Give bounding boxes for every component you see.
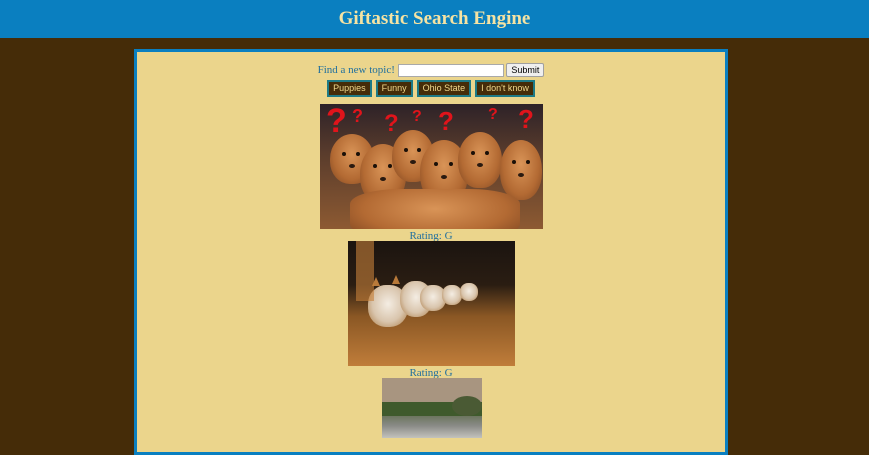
corgi bbox=[442, 285, 462, 305]
puppy bbox=[458, 132, 502, 188]
search-label: Find a new topic! bbox=[317, 64, 395, 76]
topic-button-ohio-state[interactable]: Ohio State bbox=[416, 80, 472, 97]
search-input[interactable] bbox=[397, 63, 504, 77]
question-mark-icon: ? bbox=[412, 108, 422, 125]
bush bbox=[452, 396, 482, 416]
gif-image[interactable]: ? ? ? ? ? ? ? bbox=[320, 104, 543, 229]
page-header: Giftastic Search Engine bbox=[0, 0, 869, 38]
question-mark-icon: ? bbox=[518, 104, 534, 134]
topic-button-funny[interactable]: Funny bbox=[375, 80, 413, 97]
question-mark-icon: ? bbox=[352, 106, 363, 126]
corgi bbox=[460, 283, 478, 301]
puppy-body bbox=[350, 189, 520, 229]
topic-button-i-dont-know[interactable]: I don't know bbox=[475, 80, 535, 97]
page-title: Giftastic Search Engine bbox=[338, 8, 531, 29]
content-panel: Find a new topic! Submit Puppies Funny O… bbox=[134, 49, 728, 455]
gif-image[interactable] bbox=[382, 378, 482, 438]
question-mark-icon: ? bbox=[488, 106, 498, 123]
puppy bbox=[500, 140, 542, 200]
hallway-door bbox=[356, 241, 374, 301]
gif-image[interactable] bbox=[348, 241, 515, 366]
topic-button-puppies[interactable]: Puppies bbox=[327, 80, 372, 97]
question-mark-icon: ? bbox=[326, 104, 347, 140]
submit-button[interactable]: Submit bbox=[506, 63, 545, 77]
question-mark-icon: ? bbox=[384, 110, 399, 137]
question-mark-icon: ? bbox=[438, 106, 454, 136]
topic-buttons: Puppies Funny Ohio State I don't know bbox=[137, 80, 725, 97]
search-form: Find a new topic! Submit bbox=[137, 63, 725, 77]
corgi-ear bbox=[392, 275, 400, 284]
